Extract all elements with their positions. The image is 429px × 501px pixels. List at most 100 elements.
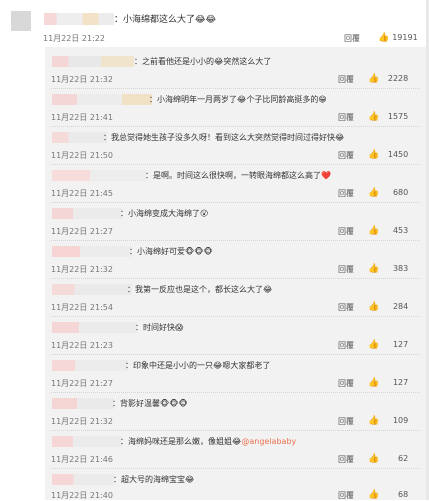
username-blurred[interactable]: [52, 132, 107, 143]
like-button[interactable]: 👍 127: [368, 340, 408, 350]
like-button[interactable]: 👍 284: [368, 302, 408, 312]
like-count: 68: [398, 490, 409, 499]
like-button[interactable]: 👍 19191: [378, 33, 418, 43]
thumbs-up-icon: 👍: [368, 226, 380, 236]
username-blurred[interactable]: [52, 208, 122, 219]
like-button[interactable]: 👍 109: [368, 416, 408, 426]
top-comment: ：小海绵都这么大了😂😂 11月22日 21:22 回覆 👍 19191: [0, 0, 429, 44]
thumbs-up-icon: 👍: [368, 340, 380, 350]
like-button[interactable]: 👍 680: [368, 188, 408, 198]
username-blurred[interactable]: [44, 13, 114, 25]
thumbs-up-icon: 👍: [368, 454, 380, 464]
like-count: 127: [392, 340, 409, 349]
reply-button[interactable]: 回覆: [338, 112, 354, 123]
reply-time: 11月22日 21:45: [51, 189, 113, 198]
reply-button[interactable]: 回覆: [344, 33, 360, 44]
like-count: 127: [392, 378, 409, 387]
divider: [51, 354, 420, 355]
reply-time: 11月22日 21:27: [51, 227, 113, 236]
reply-button[interactable]: 回覆: [338, 378, 354, 389]
thumbs-up-icon: 👍: [368, 150, 380, 160]
like-button[interactable]: 👍 1575: [368, 112, 408, 122]
username-blurred[interactable]: [52, 436, 122, 447]
reply-button[interactable]: 回覆: [338, 150, 354, 161]
divider: [51, 278, 420, 279]
thumbs-up-icon: 👍: [378, 33, 390, 43]
username-blurred[interactable]: [52, 284, 132, 295]
reply-time: 11月22日 21:23: [51, 341, 113, 350]
divider: [51, 202, 420, 203]
reply-button[interactable]: 回覆: [338, 188, 354, 199]
comment-time: 11月22日 21:22: [43, 34, 105, 43]
like-count: 1575: [387, 112, 409, 121]
like-button[interactable]: 👍 453: [368, 226, 408, 236]
thumbs-up-icon: 👍: [368, 188, 380, 198]
like-count: 453: [392, 226, 409, 235]
like-button[interactable]: 👍 127: [368, 378, 408, 388]
like-count: 19191: [392, 33, 418, 42]
reply-text: ：我第一反应也是这个，都长这么大了😂: [127, 285, 273, 294]
username-blurred[interactable]: [52, 322, 137, 333]
reply-text-line: ：海绵妈咪还是那么嫩，像姐姐😂@angelababy: [120, 436, 296, 447]
reply-text: ：是啊。时间这么很快啊，一转眼海绵都这么高了❤️: [145, 171, 331, 180]
username-blurred[interactable]: [52, 360, 128, 371]
like-count: 2228: [387, 74, 409, 83]
reply-time: 11月22日 21:40: [51, 491, 113, 500]
reply-button[interactable]: 回覆: [338, 340, 354, 351]
reply-text: ：小海绵明年一月两岁了😂个子比同龄高挺多的😁: [149, 95, 327, 104]
thumbs-up-icon: 👍: [368, 74, 380, 84]
reply-text: ：印象中还是小小的一只😂嗯大家都老了: [125, 361, 271, 370]
username-blurred[interactable]: [52, 170, 147, 181]
mention-link[interactable]: @angelababy: [241, 437, 296, 446]
thumbs-up-icon: 👍: [368, 490, 380, 500]
reply-button[interactable]: 回覆: [338, 74, 354, 85]
reply-button[interactable]: 回覆: [338, 454, 354, 465]
divider: [51, 468, 420, 469]
reply-text: ：我总觉得她生孩子没多久呀！看到这么大突然觉得时间过得好快😂: [103, 133, 345, 142]
comment-text: ：小海绵都这么大了😂😂: [114, 15, 217, 25]
avatar[interactable]: [11, 11, 31, 31]
reply-button[interactable]: 回覆: [338, 264, 354, 275]
reply-button[interactable]: 回覆: [338, 416, 354, 427]
replies-panel: ：之前看他还是小小的😂突然这么大了 11月22日 21:32 回覆 👍 2228 …: [45, 47, 426, 500]
username-blurred[interactable]: [52, 398, 114, 409]
divider: [51, 430, 420, 431]
reply-time: 11月22日 21:32: [51, 265, 113, 274]
reply-button[interactable]: 回覆: [338, 490, 354, 501]
username-blurred[interactable]: [52, 246, 132, 257]
like-button[interactable]: 👍 2228: [368, 74, 408, 84]
like-button[interactable]: 👍 68: [368, 490, 408, 500]
username-blurred[interactable]: [52, 474, 114, 485]
username-blurred[interactable]: [52, 56, 134, 67]
thumbs-up-icon: 👍: [368, 416, 380, 426]
reply-time: 11月22日 21:46: [51, 455, 113, 464]
like-count: 284: [392, 302, 409, 311]
username-blurred[interactable]: [52, 94, 152, 105]
reply-time: 11月22日 21:54: [51, 303, 113, 312]
like-count: 383: [392, 264, 409, 273]
reply-text: ：超大号的海绵宝宝😂: [113, 475, 195, 484]
like-count: 1450: [387, 150, 409, 159]
divider: [51, 240, 420, 241]
divider: [51, 164, 420, 165]
like-button[interactable]: 👍 1450: [368, 150, 408, 160]
reply-time: 11月22日 21:32: [51, 75, 113, 84]
reply-text: ：小海绵好可爱🐵🐵🐵: [129, 247, 213, 256]
thumbs-up-icon: 👍: [368, 112, 380, 122]
like-button[interactable]: 👍 62: [368, 454, 408, 464]
reply-text: ：海绵妈咪还是那么嫩，像姐姐😂: [120, 437, 242, 446]
reply-time: 11月22日 21:32: [51, 417, 113, 426]
reply-time: 11月22日 21:50: [51, 151, 113, 160]
thumbs-up-icon: 👍: [368, 264, 380, 274]
reply-time: 11月22日 21:41: [51, 113, 113, 122]
reply-text: ：之前看他还是小小的😂突然这么大了: [134, 57, 272, 66]
reply-text: ：背影好温馨🐵🐵🐵: [112, 399, 188, 408]
reply-text: ：小海绵变成大海绵了😮: [120, 209, 209, 218]
reply-button[interactable]: 回覆: [338, 226, 354, 237]
reply-time: 11月22日 21:27: [51, 379, 113, 388]
thumbs-up-icon: 👍: [368, 302, 380, 312]
like-button[interactable]: 👍 383: [368, 264, 408, 274]
thumbs-up-icon: 👍: [368, 378, 380, 388]
reply-button[interactable]: 回覆: [338, 302, 354, 313]
like-count: 680: [392, 188, 409, 197]
